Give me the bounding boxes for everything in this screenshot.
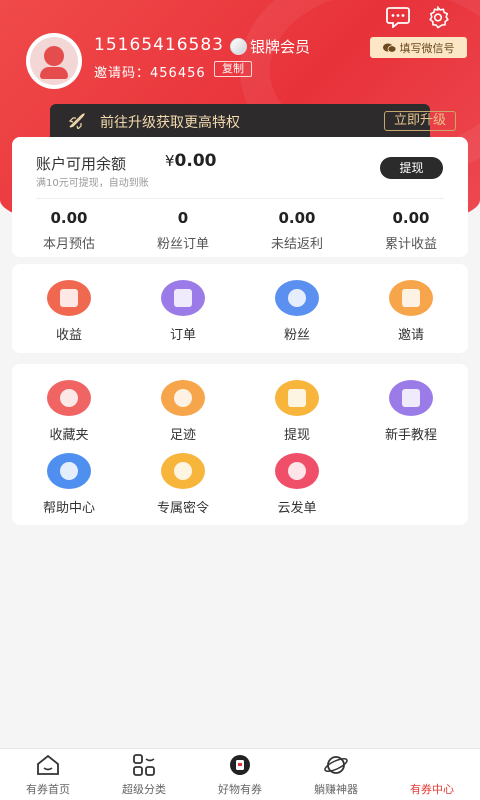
tools-menu-card: 收藏夹 足迹 提现 新手教程 帮助中心 专属密令 云发单: [12, 364, 468, 525]
copy-button[interactable]: 复制: [214, 61, 252, 77]
member-level: 银牌会员: [250, 38, 311, 56]
currency-symbol: ¥: [165, 152, 175, 170]
heart-icon: [47, 380, 91, 416]
camera-icon: [275, 453, 319, 489]
wallet-icon: [47, 280, 91, 316]
help-icon: [47, 453, 91, 489]
menu-item-withdraw[interactable]: 提现: [240, 380, 354, 443]
wechat-button[interactable]: 填写微信号: [370, 37, 467, 58]
vip-upgrade-banner[interactable]: 前往升级获取更高特权 立即升级: [50, 104, 456, 138]
wechat-icon: [382, 43, 396, 53]
user-center-icon: [419, 753, 445, 777]
menu-item-invite[interactable]: 邀请: [354, 280, 468, 343]
withdraw-button[interactable]: 提现: [380, 157, 443, 179]
menu-item-orders[interactable]: 订单: [126, 280, 240, 343]
vip-banner-text: 前往升级获取更高特权: [100, 115, 240, 131]
stat-total-income[interactable]: 0.00 累计收益: [354, 209, 468, 252]
wechat-label: 填写微信号: [399, 41, 455, 55]
balance-tip: 满10元可提现，自动到账: [36, 178, 149, 189]
balance-amount: ¥0.00: [165, 151, 217, 171]
key-icon: [161, 453, 205, 489]
menu-item-footprint[interactable]: 足迹: [126, 380, 240, 443]
planet-icon: [324, 756, 348, 774]
bottom-tab-bar: 有券首页 超级分类 好物有券 躺赚神器 有券中心: [0, 748, 480, 800]
balance-card: 账户可用余额 ¥0.00 满10元可提现，自动到账 提现 0.00 本月预估 0粉…: [12, 137, 468, 257]
fans-icon: [275, 280, 319, 316]
main-menu-card: 收益 订单 粉丝 邀请: [12, 264, 468, 353]
member-badge: 银牌会员: [230, 36, 310, 57]
tab-goods[interactable]: 好物有券: [192, 753, 288, 797]
divider: [36, 198, 444, 199]
goods-icon: [230, 755, 250, 775]
tab-home[interactable]: 有券首页: [0, 753, 96, 797]
gift-icon: [389, 280, 433, 316]
medal-icon: [230, 38, 247, 55]
stat-month-estimate[interactable]: 0.00 本月预估: [12, 209, 126, 252]
menu-item-help[interactable]: 帮助中心: [12, 453, 126, 516]
order-icon: [161, 280, 205, 316]
menu-item-secret-code[interactable]: 专属密令: [126, 453, 240, 516]
tab-user-center[interactable]: 有券中心: [384, 753, 480, 797]
phone-number: 15165416583: [94, 35, 224, 55]
video-icon: [389, 380, 433, 416]
menu-item-cloud-post[interactable]: 云发单: [240, 453, 354, 516]
footprint-icon: [161, 380, 205, 416]
tab-earn[interactable]: 躺赚神器: [288, 753, 384, 797]
menu-item-favorites[interactable]: 收藏夹: [12, 380, 126, 443]
avatar[interactable]: [26, 33, 82, 89]
gear-icon[interactable]: [426, 6, 450, 30]
menu-item-income[interactable]: 收益: [12, 280, 126, 343]
home-icon: [37, 754, 59, 775]
withdraw-icon: [275, 380, 319, 416]
menu-item-fans[interactable]: 粉丝: [240, 280, 354, 343]
invite-code: 邀请码：456456: [94, 66, 206, 81]
balance-label: 账户可用余额: [36, 155, 127, 173]
category-icon: [133, 754, 155, 776]
rocket-icon: [68, 113, 85, 129]
stat-unsettled-rebate[interactable]: 0.00 未结返利: [240, 209, 354, 252]
tab-category[interactable]: 超级分类: [96, 753, 192, 797]
upgrade-button[interactable]: 立即升级: [384, 111, 456, 131]
menu-item-tutorial[interactable]: 新手教程: [354, 380, 468, 443]
stat-fans-orders[interactable]: 0 粉丝订单: [126, 209, 240, 252]
message-icon[interactable]: [386, 6, 410, 28]
